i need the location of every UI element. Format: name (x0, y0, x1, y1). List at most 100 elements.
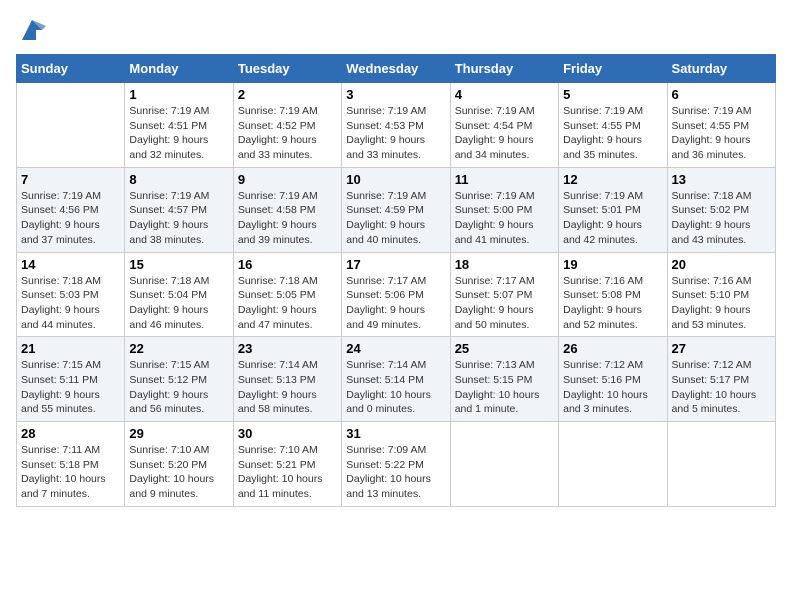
day-info: Sunrise: 7:18 AM Sunset: 5:03 PM Dayligh… (21, 274, 120, 333)
calendar-body: 1Sunrise: 7:19 AM Sunset: 4:51 PM Daylig… (17, 83, 776, 507)
day-number: 11 (455, 172, 554, 187)
day-cell (450, 422, 558, 507)
header-cell-monday: Monday (125, 55, 233, 83)
day-cell: 1Sunrise: 7:19 AM Sunset: 4:51 PM Daylig… (125, 83, 233, 168)
day-number: 10 (346, 172, 445, 187)
day-info: Sunrise: 7:16 AM Sunset: 5:10 PM Dayligh… (672, 274, 771, 333)
day-cell: 27 Sunrise: 7:12 AM Sunset: 5:17 PM Dayli… (667, 337, 775, 422)
week-row-1: 1Sunrise: 7:19 AM Sunset: 4:51 PM Daylig… (17, 83, 776, 168)
day-cell: 22 Sunrise: 7:15 AM Sunset: 5:12 PM Dayli… (125, 337, 233, 422)
day-cell: 7Sunrise: 7:19 AM Sunset: 4:56 PM Daylig… (17, 167, 125, 252)
day-cell: 12 Sunrise: 7:19 AM Sunset: 5:01 PM Dayli… (559, 167, 667, 252)
day-cell: 9 Sunrise: 7:19 AM Sunset: 4:58 PM Daylig… (233, 167, 341, 252)
day-info: Sunrise: 7:18 AM Sunset: 5:05 PM Dayligh… (238, 274, 337, 333)
day-cell: 14 Sunrise: 7:18 AM Sunset: 5:03 PM Dayli… (17, 252, 125, 337)
day-cell: 30 Sunrise: 7:10 AM Sunset: 5:21 PM Dayli… (233, 422, 341, 507)
header-cell-saturday: Saturday (667, 55, 775, 83)
day-info: Sunrise: 7:10 AM Sunset: 5:21 PM Dayligh… (238, 443, 337, 502)
header-cell-thursday: Thursday (450, 55, 558, 83)
header-cell-wednesday: Wednesday (342, 55, 450, 83)
day-cell: 11 Sunrise: 7:19 AM Sunset: 5:00 PM Dayli… (450, 167, 558, 252)
day-number: 28 (21, 426, 120, 441)
day-cell: 8Sunrise: 7:19 AM Sunset: 4:57 PM Daylig… (125, 167, 233, 252)
day-number: 6 (672, 87, 771, 102)
day-cell: 21Sunrise: 7:15 AM Sunset: 5:11 PM Dayli… (17, 337, 125, 422)
day-number: 2 (238, 87, 337, 102)
day-cell: 2 Sunrise: 7:19 AM Sunset: 4:52 PM Daylig… (233, 83, 341, 168)
day-cell: 25 Sunrise: 7:13 AM Sunset: 5:15 PM Dayli… (450, 337, 558, 422)
day-info: Sunrise: 7:17 AM Sunset: 5:07 PM Dayligh… (455, 274, 554, 333)
day-number: 30 (238, 426, 337, 441)
day-number: 13 (672, 172, 771, 187)
header-cell-friday: Friday (559, 55, 667, 83)
day-cell: 26 Sunrise: 7:12 AM Sunset: 5:16 PM Dayli… (559, 337, 667, 422)
day-number: 23 (238, 341, 337, 356)
day-cell: 29 Sunrise: 7:10 AM Sunset: 5:20 PM Dayli… (125, 422, 233, 507)
day-info: Sunrise: 7:19 AM Sunset: 5:00 PM Dayligh… (455, 189, 554, 248)
day-info: Sunrise: 7:16 AM Sunset: 5:08 PM Dayligh… (563, 274, 662, 333)
day-number: 18 (455, 257, 554, 272)
day-cell: 23Sunrise: 7:14 AM Sunset: 5:13 PM Dayli… (233, 337, 341, 422)
day-info: Sunrise: 7:19 AM Sunset: 4:59 PM Dayligh… (346, 189, 445, 248)
day-info: Sunrise: 7:10 AM Sunset: 5:20 PM Dayligh… (129, 443, 228, 502)
day-cell: 28 Sunrise: 7:11 AM Sunset: 5:18 PM Dayli… (17, 422, 125, 507)
day-info: Sunrise: 7:18 AM Sunset: 5:04 PM Dayligh… (129, 274, 228, 333)
day-info: Sunrise: 7:19 AM Sunset: 4:58 PM Dayligh… (238, 189, 337, 248)
day-info: Sunrise: 7:09 AM Sunset: 5:22 PM Dayligh… (346, 443, 445, 502)
day-cell (17, 83, 125, 168)
header-cell-sunday: Sunday (17, 55, 125, 83)
day-info: Sunrise: 7:17 AM Sunset: 5:06 PM Dayligh… (346, 274, 445, 333)
day-cell (667, 422, 775, 507)
week-row-3: 14 Sunrise: 7:18 AM Sunset: 5:03 PM Dayli… (17, 252, 776, 337)
day-number: 22 (129, 341, 228, 356)
day-cell: 20 Sunrise: 7:16 AM Sunset: 5:10 PM Dayli… (667, 252, 775, 337)
day-info: Sunrise: 7:11 AM Sunset: 5:18 PM Dayligh… (21, 443, 120, 502)
day-info: Sunrise: 7:18 AM Sunset: 5:02 PM Dayligh… (672, 189, 771, 248)
day-cell: 3 Sunrise: 7:19 AM Sunset: 4:53 PM Daylig… (342, 83, 450, 168)
day-number: 31 (346, 426, 445, 441)
day-info: Sunrise: 7:14 AM Sunset: 5:14 PM Dayligh… (346, 358, 445, 417)
day-info: Sunrise: 7:19 AM Sunset: 4:57 PM Dayligh… (129, 189, 228, 248)
header-row: SundayMondayTuesdayWednesdayThursdayFrid… (17, 55, 776, 83)
week-row-4: 21Sunrise: 7:15 AM Sunset: 5:11 PM Dayli… (17, 337, 776, 422)
day-info: Sunrise: 7:12 AM Sunset: 5:17 PM Dayligh… (672, 358, 771, 417)
page-header (16, 16, 776, 44)
day-number: 20 (672, 257, 771, 272)
day-info: Sunrise: 7:19 AM Sunset: 4:54 PM Dayligh… (455, 104, 554, 163)
day-number: 14 (21, 257, 120, 272)
day-cell: 31 Sunrise: 7:09 AM Sunset: 5:22 PM Dayli… (342, 422, 450, 507)
day-cell: 4 Sunrise: 7:19 AM Sunset: 4:54 PM Daylig… (450, 83, 558, 168)
day-number: 17 (346, 257, 445, 272)
logo-icon (18, 16, 46, 44)
header-cell-tuesday: Tuesday (233, 55, 341, 83)
day-cell: 19 Sunrise: 7:16 AM Sunset: 5:08 PM Dayli… (559, 252, 667, 337)
day-number: 3 (346, 87, 445, 102)
day-number: 9 (238, 172, 337, 187)
day-number: 15 (129, 257, 228, 272)
day-info: Sunrise: 7:19 AM Sunset: 4:53 PM Dayligh… (346, 104, 445, 163)
day-number: 19 (563, 257, 662, 272)
day-info: Sunrise: 7:12 AM Sunset: 5:16 PM Dayligh… (563, 358, 662, 417)
day-number: 24 (346, 341, 445, 356)
day-info: Sunrise: 7:19 AM Sunset: 4:56 PM Dayligh… (21, 189, 120, 248)
day-info: Sunrise: 7:15 AM Sunset: 5:11 PM Dayligh… (21, 358, 120, 417)
week-row-2: 7Sunrise: 7:19 AM Sunset: 4:56 PM Daylig… (17, 167, 776, 252)
day-info: Sunrise: 7:19 AM Sunset: 4:51 PM Dayligh… (129, 104, 228, 163)
day-info: Sunrise: 7:19 AM Sunset: 5:01 PM Dayligh… (563, 189, 662, 248)
day-number: 12 (563, 172, 662, 187)
day-number: 25 (455, 341, 554, 356)
day-cell: 16Sunrise: 7:18 AM Sunset: 5:05 PM Dayli… (233, 252, 341, 337)
week-row-5: 28 Sunrise: 7:11 AM Sunset: 5:18 PM Dayli… (17, 422, 776, 507)
day-info: Sunrise: 7:19 AM Sunset: 4:52 PM Dayligh… (238, 104, 337, 163)
day-number: 4 (455, 87, 554, 102)
day-number: 29 (129, 426, 228, 441)
day-cell: 5Sunrise: 7:19 AM Sunset: 4:55 PM Daylig… (559, 83, 667, 168)
day-number: 27 (672, 341, 771, 356)
day-cell: 10 Sunrise: 7:19 AM Sunset: 4:59 PM Dayli… (342, 167, 450, 252)
day-info: Sunrise: 7:15 AM Sunset: 5:12 PM Dayligh… (129, 358, 228, 417)
day-info: Sunrise: 7:19 AM Sunset: 4:55 PM Dayligh… (672, 104, 771, 163)
day-info: Sunrise: 7:13 AM Sunset: 5:15 PM Dayligh… (455, 358, 554, 417)
day-number: 26 (563, 341, 662, 356)
calendar-table: SundayMondayTuesdayWednesdayThursdayFrid… (16, 54, 776, 507)
day-cell: 15 Sunrise: 7:18 AM Sunset: 5:04 PM Dayli… (125, 252, 233, 337)
